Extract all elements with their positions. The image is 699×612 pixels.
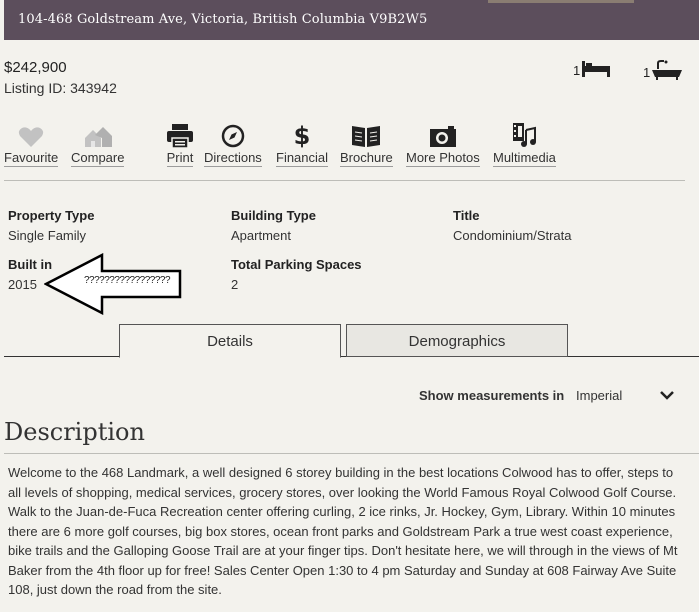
title-value: Condominium/Strata [453,228,572,243]
bathrooms-feature: 1 [643,60,683,80]
bedrooms-count: 1 [573,63,581,78]
title-key: Title [453,208,480,223]
chevron-down-icon [660,391,674,400]
compare-label: Compare [71,150,125,167]
description-text: Welcome to the 468 Landmark, a well desi… [8,465,678,597]
tab-demographics-label: Demographics [408,333,506,350]
building-type-key: Building Type [231,208,316,223]
measurements-select[interactable]: Imperial [568,384,680,408]
favourite-label: Favourite [4,150,59,167]
description-rule [4,453,699,454]
section-divider [4,180,685,181]
bed-icon [581,60,611,78]
bathrooms-count: 1 [643,65,651,80]
address-header: 104-468 Goldstream Ave, Victoria, Britis… [4,0,699,40]
houses-icon [84,127,112,147]
parking-value: 2 [231,277,239,292]
printer-icon [167,124,193,148]
compare-button[interactable]: Compare [71,122,125,167]
print-button[interactable]: Print [166,122,194,167]
tab-demographics[interactable]: Demographics [346,324,568,357]
property-type-key: Property Type [8,208,95,223]
more-photos-label: More Photos [406,150,480,167]
building-type: Building Type Apartment [231,208,316,243]
financial-label: Financial [276,150,329,167]
bedrooms-feature: 1 [573,60,611,78]
book-icon [352,126,381,147]
print-label: Print [166,150,194,167]
listing-id: Listing ID: 343942 [4,80,117,96]
multimedia-button[interactable]: Multimedia [493,122,556,167]
address-text: 104-468 Goldstream Ave, Victoria, Britis… [18,12,428,27]
compass-icon [221,124,245,148]
property-type: Property Type Single Family [8,208,94,243]
financial-button[interactable]: $ Financial [276,122,329,167]
bathtub-icon [651,60,683,80]
tab-details-label: Details [207,333,253,350]
building-type-value: Apartment [231,228,291,243]
dollar-icon: $ [294,122,311,148]
multimedia-label: Multimedia [493,150,556,167]
property-type-value: Single Family [8,228,87,243]
measurements-label: Show measurements in [419,388,565,403]
heart-icon [18,127,44,147]
film-music-icon [513,123,537,147]
description-title: Description [4,418,145,446]
camera-icon [429,126,456,147]
annotation-text: ????????????????? [84,275,171,286]
svg-text:$: $ [294,122,311,148]
brochure-label: Brochure [340,150,393,167]
parking-key: Total Parking Spaces [231,257,362,272]
listing-price: $242,900 [4,59,67,76]
directions-button[interactable]: Directions [204,122,262,167]
action-bar: Favourite Compare Print Directions $ Fin… [0,122,699,168]
favourite-button[interactable]: Favourite [4,122,59,167]
measurements-value: Imperial [576,388,623,403]
photo-strip [488,0,634,3]
more-photos-button[interactable]: More Photos [406,122,480,167]
directions-label: Directions [204,150,262,167]
title-type: Title Condominium/Strata [453,208,572,243]
parking-spaces: Total Parking Spaces 2 [231,257,362,292]
tab-details[interactable]: Details [119,324,341,358]
brochure-button[interactable]: Brochure [340,122,393,167]
